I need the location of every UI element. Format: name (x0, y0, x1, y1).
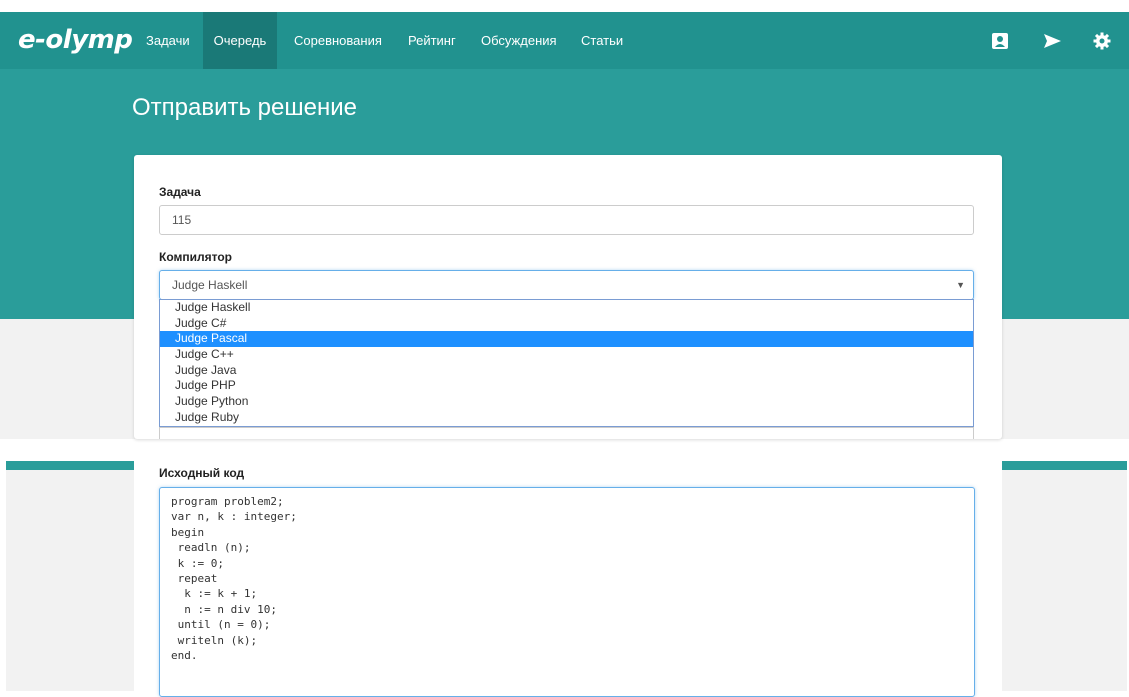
source-code-textarea[interactable]: program problem2; var n, k : integer; be… (159, 487, 975, 697)
nav-item-articles[interactable]: Статьи (571, 12, 633, 69)
compiler-option[interactable]: Judge Java (160, 363, 973, 379)
screenshot-gap (0, 439, 1129, 458)
nav-item-discussions[interactable]: Обсуждения (471, 12, 567, 69)
nav-item-rating[interactable]: Рейтинг (398, 12, 466, 69)
obscured-field (159, 427, 974, 439)
profile-icon[interactable] (990, 31, 1010, 51)
compiler-option[interactable]: Judge Haskell (160, 300, 973, 316)
top-navbar: e-olymp Задачи Очередь Соревнования Рейт… (0, 12, 1129, 69)
chevron-down-icon: ▼ (956, 280, 965, 290)
gear-icon[interactable] (1092, 31, 1112, 51)
problem-input[interactable]: 115 (159, 205, 974, 235)
compiler-select-value: Judge Haskell (172, 278, 248, 292)
compiler-option[interactable]: Judge Ruby (160, 410, 973, 426)
compiler-option[interactable]: Judge Python (160, 394, 973, 410)
page-title: Отправить решение (132, 94, 357, 121)
nav-item-competitions[interactable]: Соревнования (284, 12, 392, 69)
compiler-option[interactable]: Judge C# (160, 316, 973, 332)
compiler-option-highlighted[interactable]: Judge Pascal (160, 331, 973, 348)
source-code-label: Исходный код (159, 466, 245, 480)
compiler-select[interactable]: Judge Haskell ▼ (159, 270, 974, 300)
problem-input-value: 115 (172, 213, 192, 227)
compiler-option[interactable]: Judge C++ (160, 347, 973, 363)
problem-label: Задача (159, 185, 201, 199)
background-strip-left (6, 461, 134, 470)
background-lower-right (1002, 470, 1127, 691)
brand-logo[interactable]: e-olymp (18, 25, 133, 55)
background-strip-right (1002, 461, 1127, 470)
send-icon[interactable] (1042, 31, 1062, 51)
background-lower-left (6, 470, 134, 691)
nav-item-queue[interactable]: Очередь (203, 12, 277, 69)
compiler-dropdown-list: Judge Haskell Judge C# Judge Pascal Judg… (159, 299, 974, 427)
nav-item-problems[interactable]: Задачи (136, 12, 200, 69)
compiler-label: Компилятор (159, 250, 233, 264)
compiler-option[interactable]: Judge PHP (160, 378, 973, 394)
